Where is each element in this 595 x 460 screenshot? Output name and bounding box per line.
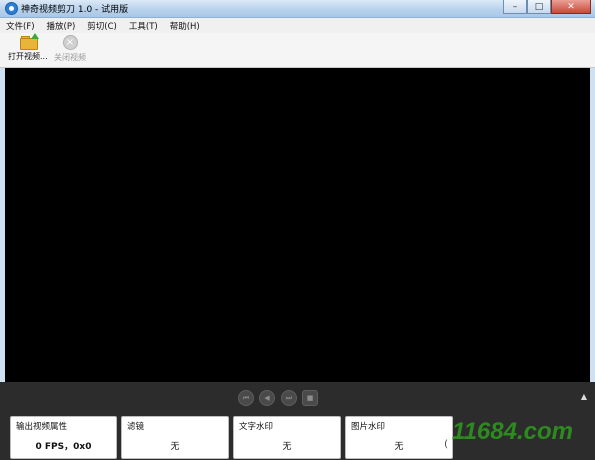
video-preview[interactable] [5,68,590,382]
output-properties-panel[interactable]: 输出视频属性 0 FPS，0x0 [10,416,117,459]
close-window-button[interactable]: ✕ [551,0,591,14]
image-watermark-extra: ( [444,439,448,450]
maximize-button[interactable]: □ [527,0,551,14]
filter-panel[interactable]: 滤镜 无 [121,416,229,459]
minimize-button[interactable]: – [503,0,527,14]
menu-help[interactable]: 帮助(H) [170,20,200,32]
next-button[interactable]: ⏭ [281,390,297,406]
close-video-icon: × [62,35,78,50]
filter-title: 滤镜 [127,422,145,432]
menu-file[interactable]: 文件(F) [6,20,35,32]
image-watermark-panel[interactable]: 图片水印 无 ( [345,416,453,459]
site-watermark-logo: 11684.com [452,418,573,445]
toolbar: 打开视频... × 关闭视频 [0,33,595,68]
playback-controls: ⏮ ◀ ⏭ ■ ▲ [0,386,595,408]
image-watermark-value: 无 [394,442,404,452]
filter-value: 无 [170,442,180,452]
text-watermark-value: 无 [282,442,292,452]
window-title: 神奇视频剪刀 1.0 - 试用版 [21,5,129,15]
close-video-label: 关闭视频 [54,53,86,62]
open-video-button[interactable]: 打开视频... [8,33,48,62]
window-controls: – □ ✕ [503,0,591,15]
menu-cut[interactable]: 剪切(C) [87,20,117,32]
previous-button[interactable]: ⏮ [238,390,254,406]
open-folder-icon [19,33,39,50]
menu-bar: 文件(F) 播放(P) 剪切(C) 工具(T) 帮助(H) [0,18,595,33]
output-properties-value: 0 FPS，0x0 [35,442,92,452]
text-watermark-title: 文字水印 [239,422,274,432]
play-button[interactable]: ◀ [259,390,275,406]
text-watermark-panel[interactable]: 文字水印 无 [233,416,341,459]
menu-tools[interactable]: 工具(T) [129,20,158,32]
close-video-button[interactable]: × 关闭视频 [54,35,86,63]
menu-play[interactable]: 播放(P) [47,20,76,32]
image-watermark-title: 图片水印 [351,422,386,432]
app-icon [5,2,18,15]
output-properties-title: 输出视频属性 [16,422,68,432]
stop-button[interactable]: ■ [302,390,318,406]
open-video-label: 打开视频... [8,52,48,61]
scroll-up-arrow-icon[interactable]: ▲ [581,392,587,401]
title-bar: 神奇视频剪刀 1.0 - 试用版 – □ ✕ [0,0,595,18]
